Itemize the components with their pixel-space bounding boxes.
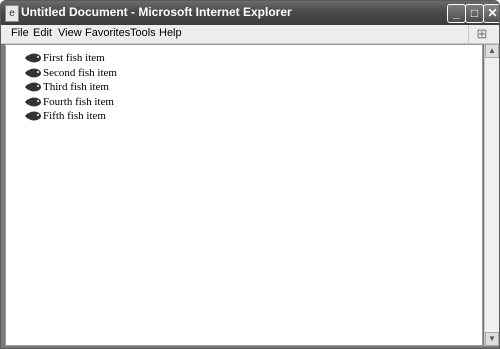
close-button[interactable]: ✕	[483, 4, 499, 23]
maximize-button[interactable]: □	[465, 4, 484, 23]
menu-bar: File Edit View Favorites Tools Help ⊞	[1, 25, 499, 44]
menu-edit[interactable]: Edit	[33, 27, 52, 39]
title-bar[interactable]: e Untitled Document - Microsoft Internet…	[1, 1, 499, 25]
list-item: Second fish item	[24, 66, 117, 81]
fish-icon	[25, 53, 41, 63]
page-content: First fish item Second fish item Third f…	[5, 44, 483, 346]
list-item-label: First fish item	[43, 52, 105, 65]
fish-icon	[25, 82, 41, 92]
menu-tools[interactable]: Tools	[130, 27, 156, 39]
list-item: Fourth fish item	[24, 95, 117, 110]
fish-icon	[25, 97, 41, 107]
list-item-label: Fourth fish item	[43, 95, 114, 108]
menu-help[interactable]: Help	[159, 27, 182, 39]
menu-file[interactable]: File	[11, 27, 29, 39]
windows-flag-icon: ⊞	[468, 25, 491, 43]
window-title: Untitled Document - Microsoft Internet E…	[21, 5, 292, 19]
vertical-scrollbar[interactable]: ▲ ▼	[484, 44, 499, 346]
fish-list: First fish item Second fish item Third f…	[24, 51, 117, 124]
fish-icon	[25, 111, 41, 121]
minimize-button[interactable]: _	[447, 4, 466, 23]
list-item: Third fish item	[24, 80, 117, 95]
document-icon: e	[5, 5, 19, 22]
list-item-label: Third fish item	[43, 81, 109, 94]
menu-favorites[interactable]: Favorites	[85, 27, 130, 39]
list-item-label: Fifth fish item	[43, 110, 106, 123]
browser-window: e Untitled Document - Microsoft Internet…	[0, 0, 500, 349]
scroll-down-icon[interactable]: ▼	[485, 332, 499, 346]
fish-icon	[25, 68, 41, 78]
scroll-up-icon[interactable]: ▲	[485, 44, 499, 58]
list-item: First fish item	[24, 51, 117, 66]
list-item-label: Second fish item	[43, 66, 117, 79]
list-item: Fifth fish item	[24, 109, 117, 124]
menu-view[interactable]: View	[58, 27, 82, 39]
